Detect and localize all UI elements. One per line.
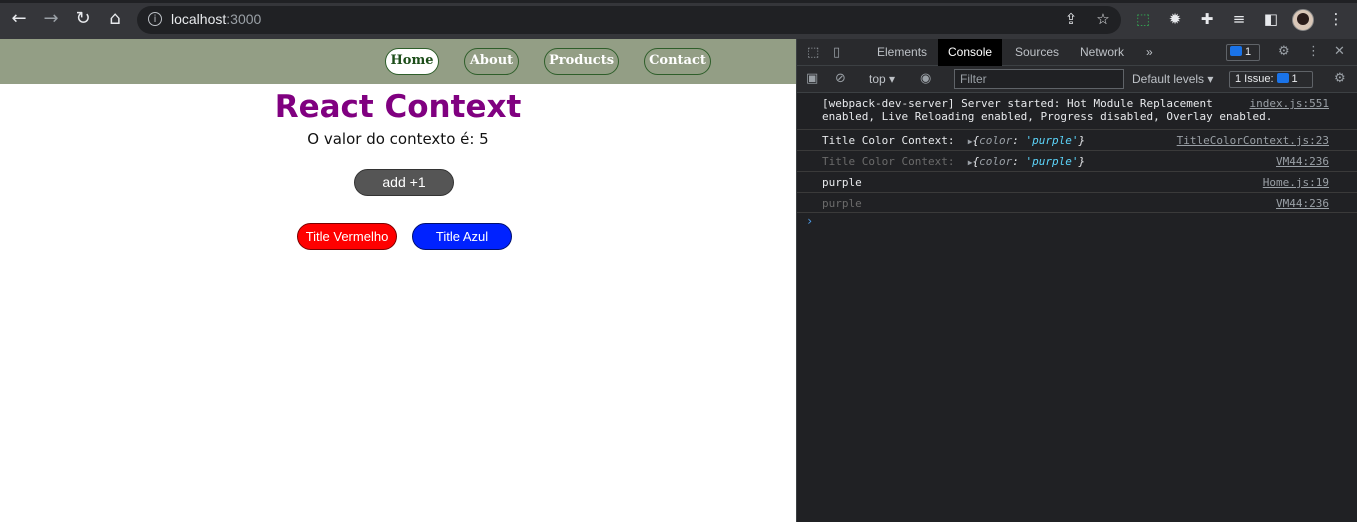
info-icon[interactable]: i xyxy=(148,12,162,26)
console-message: [webpack-dev-server] Server started: Hot… xyxy=(822,97,1273,123)
nav-contact[interactable]: Contact xyxy=(644,48,711,75)
console-object[interactable]: {color: 'purple'} xyxy=(973,155,1086,168)
context-select[interactable]: top ▾ xyxy=(869,72,895,86)
side-panel-icon[interactable]: ◧ xyxy=(1262,10,1280,28)
object-value: 'purple' xyxy=(1025,155,1079,168)
message-icon xyxy=(1230,46,1242,56)
tab-sources[interactable]: Sources xyxy=(1005,39,1069,66)
devtools-tabbar: ⬚ ▯ Elements Console Sources Network » 1… xyxy=(797,39,1357,66)
console-prompt-icon[interactable]: › xyxy=(806,214,813,228)
reload-icon[interactable]: ↻ xyxy=(73,9,93,29)
site-navbar: Home About Products Contact xyxy=(0,39,796,84)
title-red-button[interactable]: Title Vermelho xyxy=(297,223,397,250)
share-icon[interactable]: ⇪ xyxy=(1062,10,1080,28)
devtools-menu-icon[interactable]: ⋮ xyxy=(1307,44,1320,59)
clear-console-icon[interactable]: ⊘ xyxy=(835,71,846,86)
console-toolbar: ▣ ⊘ top ▾ ◉ Filter Default levels ▾ 1 Is… xyxy=(797,66,1357,93)
url-host: localhost xyxy=(171,11,227,27)
gear-extension-icon[interactable]: ✹ xyxy=(1166,10,1184,28)
object-key: color xyxy=(979,155,1013,168)
messages-badge[interactable]: 1 xyxy=(1226,44,1260,61)
browser-toolbar: ← → ↻ ⌂ i localhost:3000 ⇪ ☆ ⬚ ✹ ✚ ≡ ◧ ⋮ xyxy=(0,0,1357,39)
add-button[interactable]: add +1 xyxy=(354,169,454,196)
device-toolbar-icon[interactable]: ▯ xyxy=(833,45,840,60)
filter-input[interactable]: Filter xyxy=(954,69,1124,89)
media-queue-icon[interactable]: ≡ xyxy=(1230,10,1248,28)
nav-products[interactable]: Products xyxy=(544,48,619,75)
title-blue-button[interactable]: Title Azul xyxy=(412,223,512,250)
console-row: Title Color Context: ▶{color: 'purple'} … xyxy=(797,151,1357,172)
url-port: :3000 xyxy=(226,11,262,27)
console-message: purple xyxy=(822,176,862,189)
console-message: purple xyxy=(822,197,862,210)
issues-badge[interactable]: 1 Issue: 1 xyxy=(1229,71,1313,88)
log-levels-value: Default levels xyxy=(1132,72,1205,86)
object-key: color xyxy=(979,134,1013,147)
arrow-right-icon[interactable]: → xyxy=(41,9,61,29)
kebab-menu-icon[interactable]: ⋮ xyxy=(1327,10,1345,28)
context-select-value: top xyxy=(869,72,886,86)
nav-about[interactable]: About xyxy=(464,48,519,75)
page-title: React Context xyxy=(274,89,522,125)
web-page: Home About Products Contact React Contex… xyxy=(0,39,796,522)
console-row: Title Color Context: ▶{color: 'purple'} … xyxy=(797,130,1357,151)
console-row: [webpack-dev-server] Server started: Hot… xyxy=(797,93,1357,130)
tab-elements[interactable]: Elements xyxy=(867,39,937,66)
sidebar-toggle-icon[interactable]: ▣ xyxy=(806,71,818,86)
console-source-link[interactable]: TitleColorContext.js:23 xyxy=(1177,134,1329,147)
close-icon[interactable]: ✕ xyxy=(1334,44,1345,59)
devtools-panel: ⬚ ▯ Elements Console Sources Network » 1… xyxy=(796,39,1357,522)
tab-strip xyxy=(0,0,1357,3)
issues-label: 1 Issue: xyxy=(1235,73,1274,85)
issue-icon xyxy=(1276,73,1289,83)
address-bar[interactable] xyxy=(137,6,1121,34)
more-tabs-icon[interactable]: » xyxy=(1136,39,1163,66)
puzzle-icon[interactable]: ✚ xyxy=(1198,10,1216,28)
settings-gear-icon[interactable]: ⚙ xyxy=(1278,44,1290,59)
console-source-link[interactable]: Home.js:19 xyxy=(1263,176,1329,189)
avatar[interactable] xyxy=(1292,9,1314,31)
star-icon[interactable]: ☆ xyxy=(1094,10,1112,28)
console-row: purple VM44:236 xyxy=(797,193,1357,213)
address-url[interactable]: localhost:3000 xyxy=(171,11,261,27)
issues-count: 1 xyxy=(1291,73,1298,85)
console-source-link[interactable]: VM44:236 xyxy=(1276,197,1329,210)
console-object[interactable]: {color: 'purple'} xyxy=(973,134,1086,147)
console-text: Title Color Context: xyxy=(822,134,955,147)
inspect-element-icon[interactable]: ⬚ xyxy=(807,45,819,60)
console-settings-icon[interactable]: ⚙ xyxy=(1334,71,1346,86)
console-row: purple Home.js:19 xyxy=(797,172,1357,193)
tab-network[interactable]: Network xyxy=(1070,39,1134,66)
console-message: Title Color Context: ▶{color: 'purple'} xyxy=(822,155,1085,169)
nav-home[interactable]: Home xyxy=(385,48,439,75)
eye-icon[interactable]: ◉ xyxy=(920,71,931,86)
console-text: Title Color Context: xyxy=(822,155,955,168)
log-levels-select[interactable]: Default levels ▾ xyxy=(1132,72,1213,86)
messages-count: 1 xyxy=(1245,46,1252,58)
home-icon[interactable]: ⌂ xyxy=(105,9,125,29)
context-value-text: O valor do contexto é: 5 xyxy=(307,130,489,148)
extension-dashed-icon[interactable]: ⬚ xyxy=(1134,10,1152,28)
arrow-left-icon[interactable]: ← xyxy=(9,9,29,29)
tab-console[interactable]: Console xyxy=(938,39,1003,66)
console-source-link[interactable]: index.js:551 xyxy=(1250,97,1329,110)
object-value: 'purple' xyxy=(1025,134,1079,147)
console-source-link[interactable]: VM44:236 xyxy=(1276,155,1329,168)
console-message: Title Color Context: ▶{color: 'purple'} xyxy=(822,134,1085,148)
